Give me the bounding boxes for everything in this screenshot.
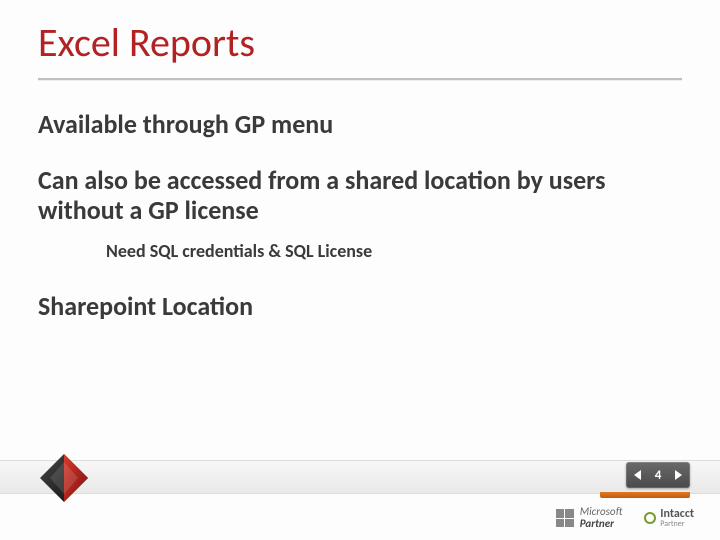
slide-title: Excel Reports bbox=[38, 18, 255, 67]
intacct-tag: Partner bbox=[660, 520, 694, 528]
intacct-icon bbox=[644, 512, 656, 524]
pager-accent-bar bbox=[600, 492, 690, 498]
microsoft-partner-logo: Microsoft Partner bbox=[556, 506, 623, 529]
ms-line2: Partner bbox=[580, 518, 623, 530]
next-arrow-icon[interactable] bbox=[675, 470, 682, 480]
bullet-2-sub: Need SQL credentials & SQL License bbox=[106, 240, 682, 262]
diamond-icon bbox=[38, 452, 90, 504]
slide: Excel Reports Available through GP menu … bbox=[0, 0, 720, 540]
title-divider bbox=[38, 78, 682, 80]
footer-logos: Microsoft Partner Intacct Partner bbox=[0, 500, 720, 540]
bullet-3: Sharepoint Location bbox=[38, 290, 682, 322]
pager: 4 bbox=[626, 462, 690, 488]
page-number: 4 bbox=[651, 468, 665, 483]
intacct-partner-logo: Intacct Partner bbox=[644, 508, 694, 528]
footer-band bbox=[0, 460, 720, 494]
microsoft-icon bbox=[556, 509, 574, 527]
microsoft-partner-text: Microsoft Partner bbox=[580, 506, 623, 529]
bullet-1: Available through GP menu bbox=[38, 108, 682, 140]
company-logo-badge bbox=[38, 452, 90, 504]
slide-body: Available through GP menu Can also be ac… bbox=[38, 108, 682, 322]
bullet-2: Can also be accessed from a shared locat… bbox=[38, 166, 682, 226]
prev-arrow-icon[interactable] bbox=[634, 470, 641, 480]
